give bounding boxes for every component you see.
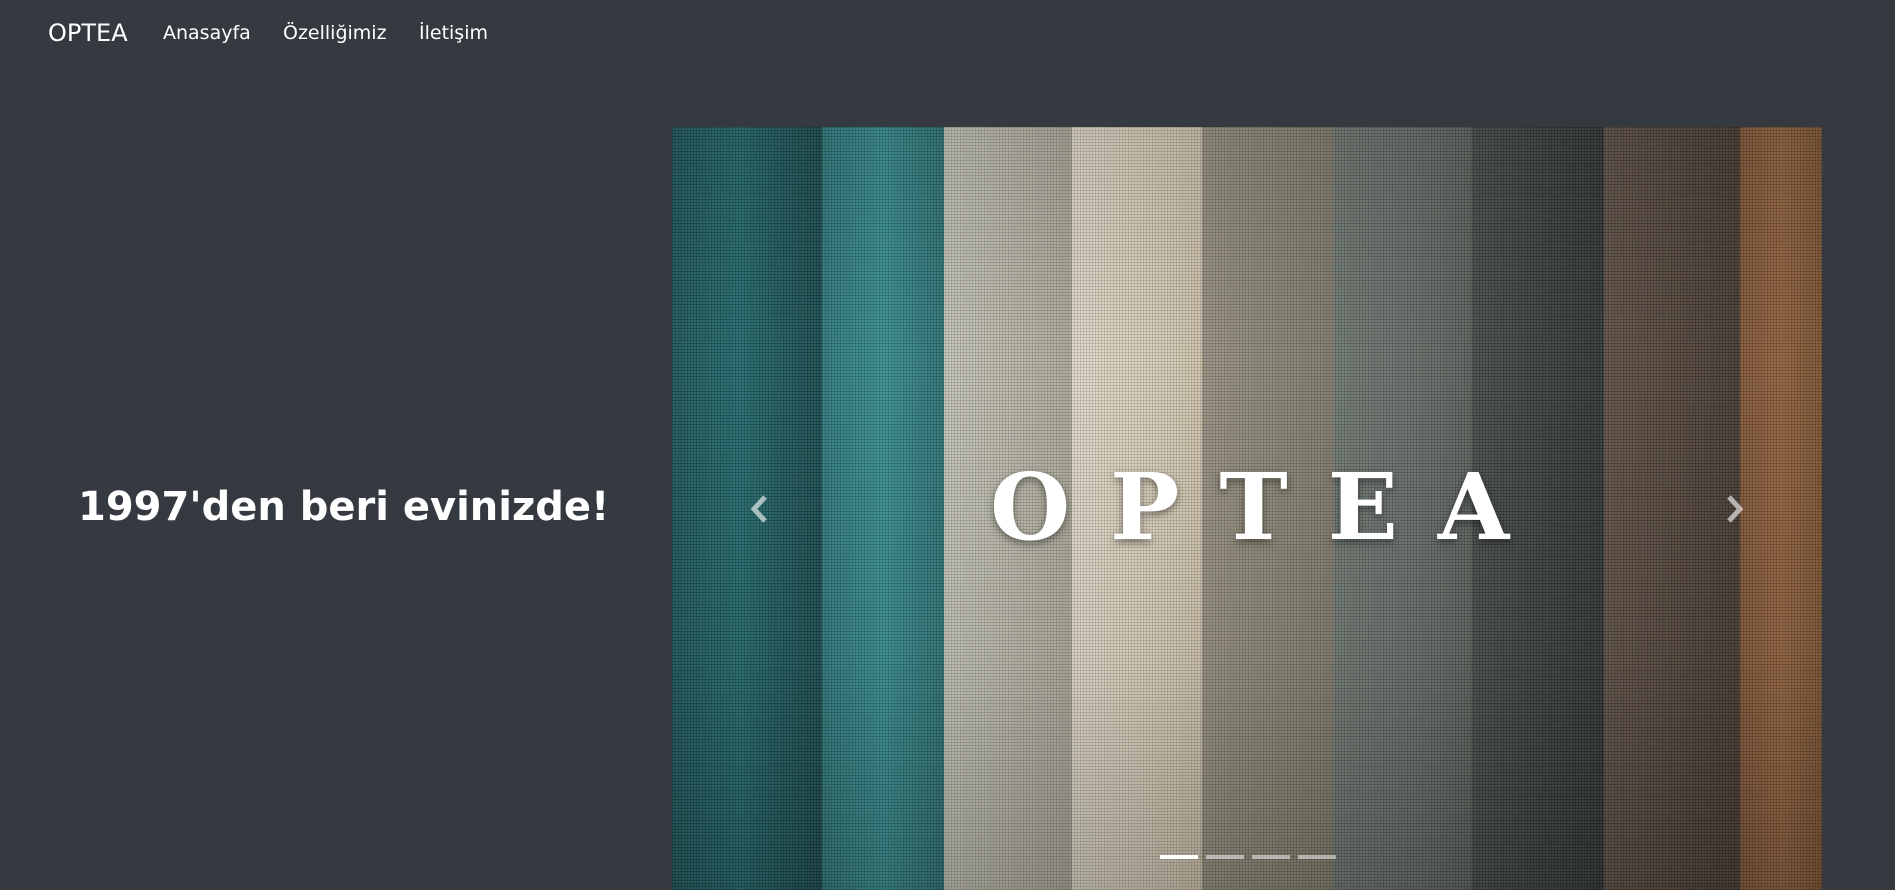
hero-heading: 1997'den beri evinizde!	[78, 484, 610, 530]
fabric-swatch-teal	[822, 127, 946, 890]
navbar: OPTEA Anasayfa Özelliğimiz İletişim	[0, 0, 1895, 66]
nav-link-iletisim[interactable]: İletişim	[419, 20, 488, 46]
chevron-left-icon	[750, 494, 767, 523]
image-carousel: OPTEA	[672, 127, 1822, 890]
carousel-indicator-3[interactable]	[1252, 855, 1290, 859]
nav-link-ozelligimiz[interactable]: Özelliğimiz	[283, 20, 387, 46]
carousel-prev-button[interactable]	[700, 127, 820, 890]
carousel-indicator-4[interactable]	[1298, 855, 1336, 859]
carousel-indicator-1[interactable]	[1160, 855, 1198, 859]
carousel-indicators	[1160, 855, 1336, 859]
nav-link-anasayfa[interactable]: Anasayfa	[163, 20, 251, 46]
slide-logo-text: OPTEA	[990, 453, 1550, 561]
carousel-indicator-2[interactable]	[1206, 855, 1244, 859]
carousel-next-button[interactable]	[1674, 127, 1794, 890]
chevron-right-icon	[1727, 494, 1744, 523]
carousel-slide: OPTEA	[672, 127, 1822, 890]
brand-logo-link[interactable]: OPTEA	[48, 17, 128, 49]
